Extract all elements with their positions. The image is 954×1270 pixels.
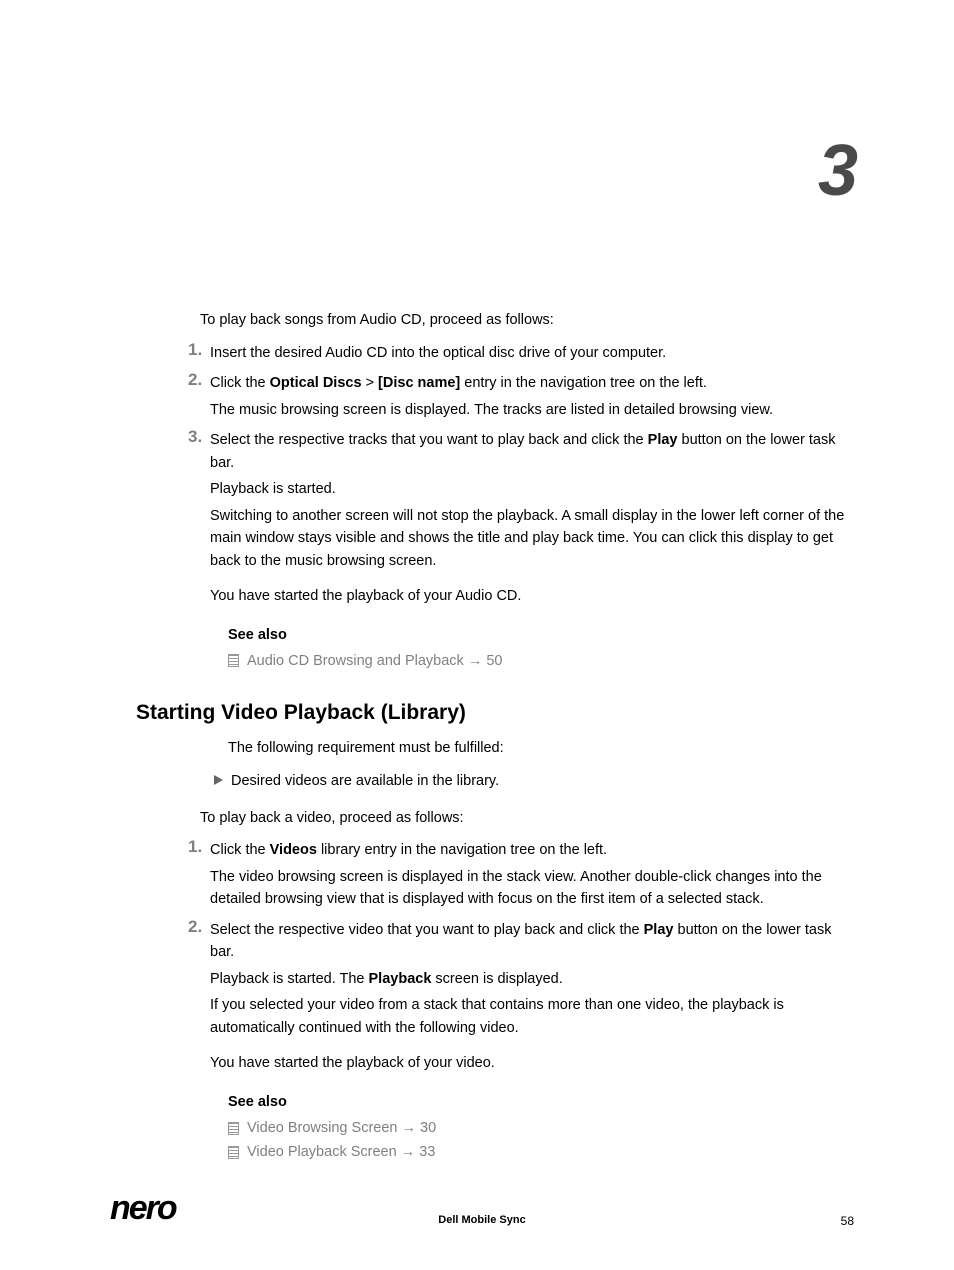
step-subtext: The music browsing screen is displayed. …: [210, 399, 859, 421]
text-run: screen is displayed.: [431, 971, 562, 987]
requirement-intro: The following requirement must be fulfil…: [228, 737, 859, 760]
step-subtext: If you selected your video from a stack …: [210, 994, 859, 1039]
document-icon: [228, 1146, 239, 1159]
see-also-block: See also Audio CD Browsing and Playback …: [228, 627, 859, 674]
bold-run: Optical Discs: [270, 375, 362, 391]
step-text: Click the Videos library entry in the na…: [210, 839, 859, 861]
text-run: Select the respective video that you wan…: [210, 922, 644, 938]
bold-run: [Disc name]: [378, 375, 460, 391]
step-3: 3. Select the respective tracks that you…: [188, 429, 859, 572]
text-run: Click the: [210, 842, 270, 858]
requirement-item: Desired videos are available in the libr…: [214, 770, 859, 793]
step-1b: 1. Click the Videos library entry in the…: [188, 839, 859, 910]
step-2: 2. Click the Optical Discs > [Disc name]…: [188, 372, 859, 421]
step-text: Insert the desired Audio CD into the opt…: [210, 342, 859, 364]
result-text: You have started the playback of your Au…: [210, 584, 859, 609]
step-number: 1.: [188, 837, 202, 857]
step-subtext: Playback is started. The Playback screen…: [210, 968, 859, 990]
page-footer: nero Dell Mobile Sync 58: [110, 1189, 854, 1228]
step-text: Click the Optical Discs > [Disc name] en…: [210, 372, 859, 394]
step-number: 2.: [188, 370, 202, 390]
result-text: You have started the playback of your vi…: [210, 1051, 859, 1076]
step-text: Select the respective tracks that you wa…: [210, 429, 859, 474]
step-subtext: The video browsing screen is displayed i…: [210, 866, 859, 911]
bold-run: Videos: [270, 842, 317, 858]
document-icon: [228, 654, 239, 667]
step-subtext: Switching to another screen will not sto…: [210, 505, 859, 572]
see-also-item[interactable]: Video Playback Screen → 33: [228, 1140, 859, 1165]
step-1: 1. Insert the desired Audio CD into the …: [188, 342, 859, 364]
footer-title: Dell Mobile Sync: [438, 1214, 525, 1226]
chapter-number: 3: [818, 130, 854, 212]
triangle-icon: [214, 775, 223, 785]
document-icon: [228, 1122, 239, 1135]
step-number: 1.: [188, 340, 202, 360]
text-run: Select the respective tracks that you wa…: [210, 432, 648, 448]
see-also-item[interactable]: Video Browsing Screen → 30: [228, 1116, 859, 1141]
see-also-label: See also: [228, 1094, 859, 1110]
section1-intro: To play back songs from Audio CD, procee…: [200, 310, 859, 332]
see-also-block: See also Video Browsing Screen → 30 Vide…: [228, 1094, 859, 1165]
step-number: 2.: [188, 917, 202, 937]
text-run: Playback is started. The: [210, 971, 369, 987]
nero-logo: nero: [110, 1189, 176, 1228]
step-number: 3.: [188, 427, 202, 447]
step-2b: 2. Select the respective video that you …: [188, 919, 859, 1039]
text-run: >: [362, 375, 379, 391]
bold-run: Play: [648, 432, 678, 448]
page-content: To play back songs from Audio CD, procee…: [120, 310, 859, 1193]
step-subtext: Playback is started.: [210, 478, 859, 500]
page-number: 58: [841, 1214, 854, 1228]
see-also-link[interactable]: Video Browsing Screen → 30: [247, 1116, 436, 1141]
text-run: entry in the navigation tree on the left…: [460, 375, 707, 391]
step-text: Select the respective video that you wan…: [210, 919, 859, 964]
text-run: library entry in the navigation tree on …: [317, 842, 607, 858]
section2-intro: To play back a video, proceed as follows…: [200, 808, 859, 830]
bold-run: Play: [644, 922, 674, 938]
requirement-text: Desired videos are available in the libr…: [231, 770, 499, 793]
see-also-link[interactable]: Audio CD Browsing and Playback → 50: [247, 649, 503, 674]
see-also-label: See also: [228, 627, 859, 643]
text-run: Click the: [210, 375, 270, 391]
section-heading: Starting Video Playback (Library): [136, 701, 859, 725]
bold-run: Playback: [369, 971, 432, 987]
see-also-link[interactable]: Video Playback Screen → 33: [247, 1140, 435, 1165]
see-also-item[interactable]: Audio CD Browsing and Playback → 50: [228, 649, 859, 674]
